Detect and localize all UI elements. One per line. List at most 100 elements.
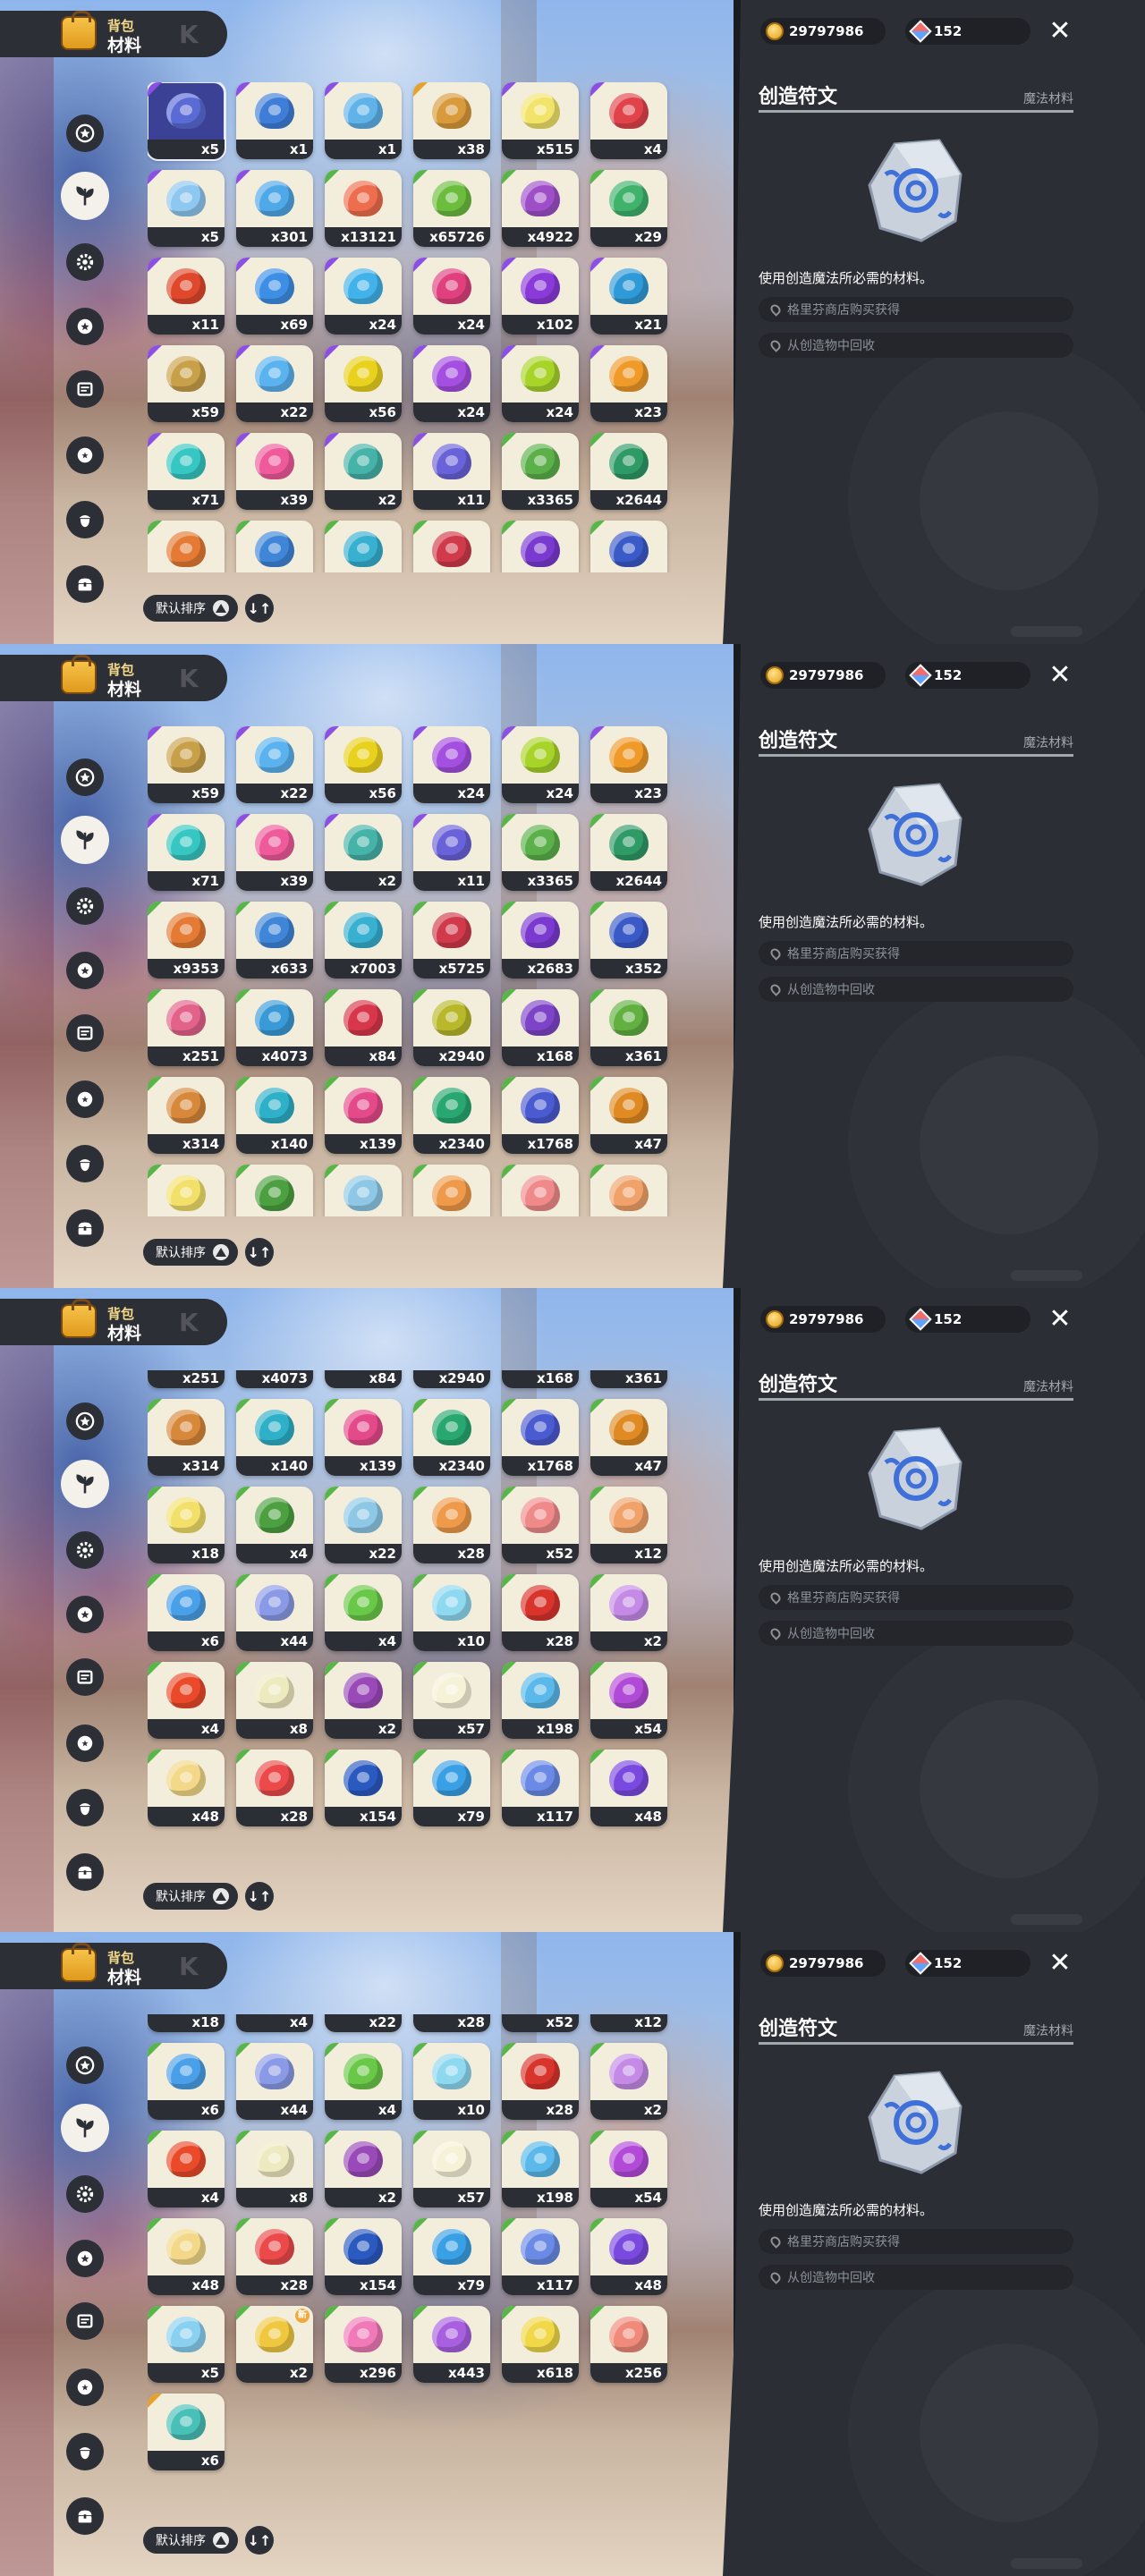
acquire-source[interactable]: 格里芬商店购买获得: [759, 297, 1073, 322]
sort-dropdown[interactable]: 默认排序: [143, 2527, 238, 2554]
item-grid[interactable]: x5 x1 x1 x38 x515 x4 x5 x301 x13121 x65726 x4922 x2…: [148, 82, 674, 572]
item-slot[interactable]: x52: [502, 2014, 579, 2032]
item-slot[interactable]: x10: [413, 1574, 490, 1651]
item-slot[interactable]: x2: [325, 433, 402, 510]
item-slot[interactable]: x28: [236, 2218, 313, 2295]
item-slot[interactable]: x52: [502, 1487, 579, 1563]
item-slot[interactable]: x102: [502, 258, 579, 335]
item-slot[interactable]: x154: [325, 2218, 402, 2295]
sort-dropdown[interactable]: 默认排序: [143, 1883, 238, 1910]
item-slot[interactable]: x352: [590, 902, 667, 979]
item-slot[interactable]: x2683: [502, 521, 579, 572]
item-slot[interactable]: x9353: [148, 521, 225, 572]
item-slot[interactable]: x22: [325, 1487, 402, 1563]
tab-star-ring[interactable]: [66, 952, 104, 989]
item-slot[interactable]: x18: [148, 1165, 225, 1216]
item-slot[interactable]: x54: [590, 1662, 667, 1739]
item-slot[interactable]: x4: [325, 1574, 402, 1651]
item-slot[interactable]: x24: [413, 345, 490, 422]
tab-gear[interactable]: [66, 1531, 104, 1569]
item-slot[interactable]: x4: [325, 2043, 402, 2120]
item-slot[interactable]: x39: [236, 433, 313, 510]
item-slot[interactable]: x9353: [148, 902, 225, 979]
item-slot[interactable]: x28: [413, 2014, 490, 2032]
item-slot[interactable]: x65726: [413, 170, 490, 247]
item-slot[interactable]: x23: [590, 726, 667, 803]
item-slot[interactable]: x140: [236, 1077, 313, 1154]
item-slot[interactable]: x4: [590, 82, 667, 159]
item-slot[interactable]: x47: [590, 1399, 667, 1476]
item-grid[interactable]: x18 x4 x22 x28 x52 x12 x6 x44 x4 x10 x28 x2 x4 x8 x2 x5…: [148, 2014, 674, 2504]
item-slot[interactable]: x2: [325, 2131, 402, 2207]
sort-order-button[interactable]: ↓↑: [245, 1238, 274, 1267]
item-slot[interactable]: x198: [502, 2131, 579, 2207]
item-slot[interactable]: x12: [590, 1165, 667, 1216]
acquire-source[interactable]: 格里芬商店购买获得: [759, 1585, 1073, 1610]
item-slot[interactable]: x44: [236, 2043, 313, 2120]
item-slot[interactable]: x4: [148, 1662, 225, 1739]
item-slot[interactable]: x2: [590, 2043, 667, 2120]
tab-acorn[interactable]: [66, 1145, 104, 1182]
item-slot[interactable]: x12: [590, 2014, 667, 2032]
item-slot[interactable]: x23: [590, 345, 667, 422]
item-slot[interactable]: x4922: [502, 170, 579, 247]
item-slot[interactable]: x256: [590, 2306, 667, 2383]
item-slot[interactable]: x24: [502, 726, 579, 803]
item-slot[interactable]: x10: [413, 2043, 490, 2120]
item-slot[interactable]: x22: [236, 726, 313, 803]
item-slot[interactable]: x84: [325, 1370, 402, 1388]
item-slot[interactable]: x52: [502, 1165, 579, 1216]
item-slot[interactable]: x48: [148, 2218, 225, 2295]
item-slot[interactable]: x2644: [590, 814, 667, 891]
item-slot[interactable]: x1: [236, 82, 313, 159]
item-slot[interactable]: x4073: [236, 1370, 313, 1388]
tab-dragon-ball[interactable]: [66, 436, 104, 474]
tab-gear[interactable]: [66, 887, 104, 925]
item-slot[interactable]: x71: [148, 433, 225, 510]
item-slot[interactable]: x11: [413, 814, 490, 891]
item-slot[interactable]: x4: [236, 1165, 313, 1216]
tab-star-ring[interactable]: [66, 2240, 104, 2277]
close-button[interactable]: ✕: [1045, 16, 1075, 47]
tab-potion[interactable]: [66, 370, 104, 408]
item-slot[interactable]: x56: [325, 345, 402, 422]
sort-order-button[interactable]: ↓↑: [245, 1882, 274, 1911]
item-slot[interactable]: x251: [148, 1370, 225, 1388]
item-slot[interactable]: x18: [148, 1487, 225, 1563]
tab-potion[interactable]: [66, 1014, 104, 1052]
tab-leaf[interactable]: [61, 172, 109, 220]
tab-gear[interactable]: [66, 243, 104, 281]
close-button[interactable]: ✕: [1045, 1948, 1075, 1979]
tab-leaf[interactable]: [61, 1460, 109, 1508]
item-slot[interactable]: x2940: [413, 989, 490, 1066]
item-slot[interactable]: x515: [502, 82, 579, 159]
item-slot[interactable]: x38: [413, 82, 490, 159]
item-slot[interactable]: x11: [413, 433, 490, 510]
item-slot[interactable]: x1768: [502, 1077, 579, 1154]
sort-order-button[interactable]: ↓↑: [245, 594, 274, 623]
tab-star-ring[interactable]: [66, 1596, 104, 1633]
item-slot[interactable]: x28: [502, 1574, 579, 1651]
item-slot[interactable]: x4073: [236, 989, 313, 1066]
item-slot[interactable]: x24: [413, 258, 490, 335]
close-button[interactable]: ✕: [1045, 660, 1075, 691]
item-slot[interactable]: x79: [413, 2218, 490, 2295]
item-slot[interactable]: x8: [236, 2131, 313, 2207]
item-slot[interactable]: x2340: [413, 1077, 490, 1154]
tab-acorn[interactable]: [66, 1789, 104, 1826]
item-slot[interactable]: x8: [236, 1662, 313, 1739]
item-slot[interactable]: x314: [148, 1399, 225, 1476]
sort-dropdown[interactable]: 默认排序: [143, 1239, 238, 1266]
item-slot[interactable]: x69: [236, 258, 313, 335]
item-slot[interactable]: x4: [236, 1487, 313, 1563]
tab-leaf[interactable]: [61, 816, 109, 864]
item-slot[interactable]: x71: [148, 814, 225, 891]
item-slot[interactable]: x352: [590, 521, 667, 572]
tab-star-badge[interactable]: [66, 114, 104, 152]
item-slot[interactable]: x44: [236, 1574, 313, 1651]
item-slot[interactable]: x301: [236, 170, 313, 247]
tab-acorn[interactable]: [66, 2433, 104, 2470]
item-slot[interactable]: x48: [590, 2218, 667, 2295]
item-slot[interactable]: x48: [148, 1750, 225, 1826]
item-slot[interactable]: x1768: [502, 1399, 579, 1476]
